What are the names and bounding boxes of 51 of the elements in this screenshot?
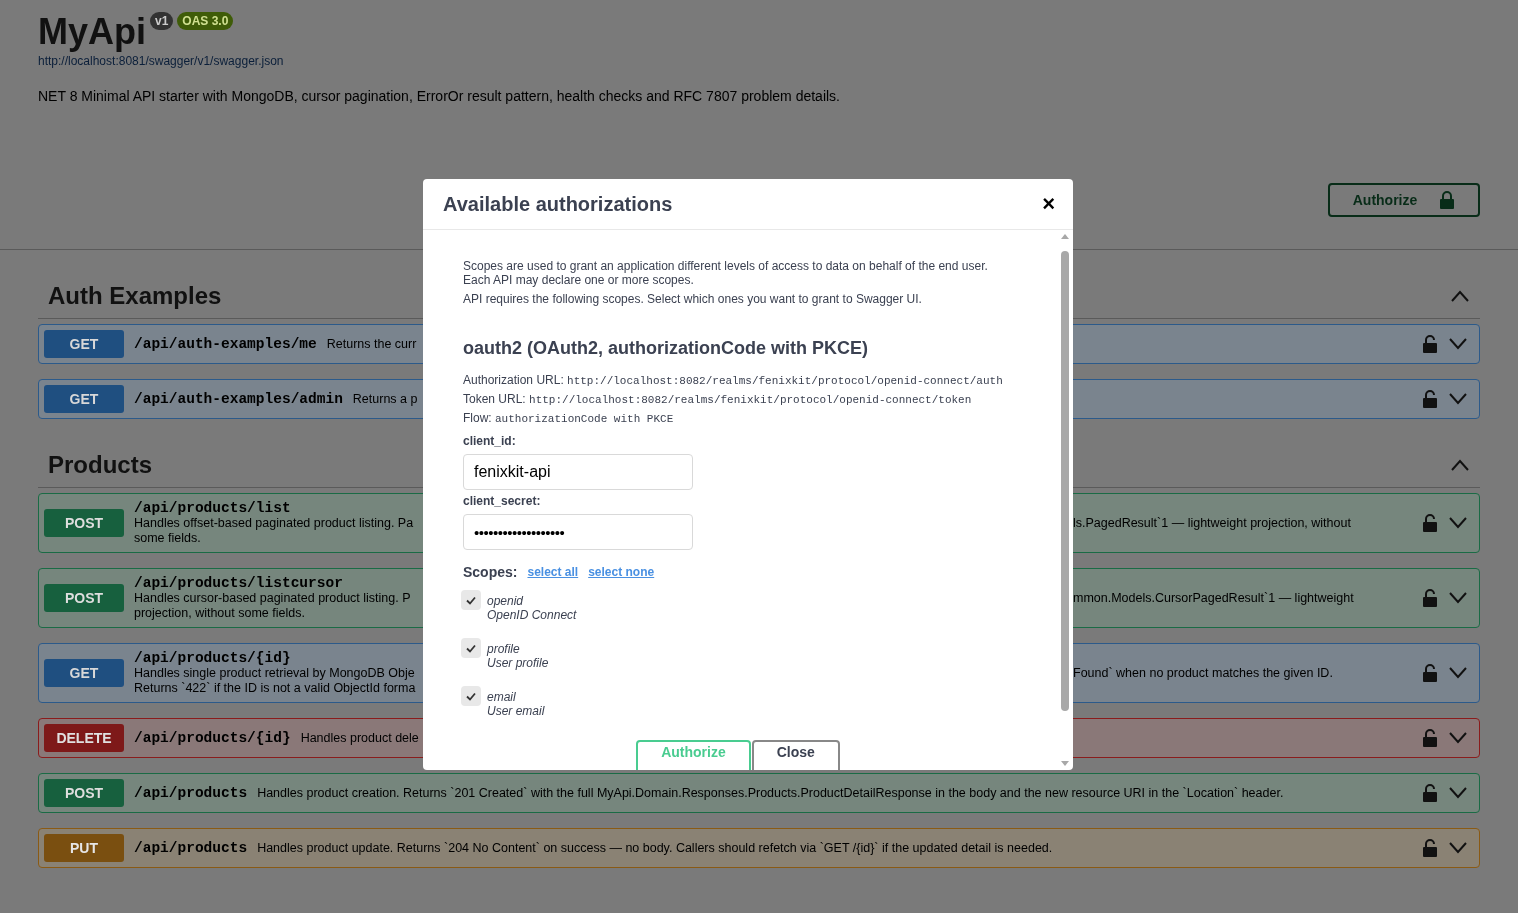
endpoint-path: /api/products: [134, 840, 248, 856]
operation-summary: Handles product creation. Returns `201 Created` with the full MyApi.Domain.Responses.Products.ProductDetailResponse in the body and the new resource URI in the `Location` header.: [257, 785, 1284, 801]
scopes-requirement-text: API requires the following scopes. Select which ones you want to grant to Swagger UI.: [463, 292, 923, 306]
operation-summary: Handles product update. Returns `204 No Content` on success — no body. Callers should refetch via `GET /{id}` if the updated detail is needed.: [257, 840, 1053, 856]
flow-detail: Token URL: http://localhost:8082/realms/fenixkit/protocol/openid-connect/token: [463, 392, 973, 407]
operation-summary: mmon.Models.CursorPagedResult`1 — lightweight: [1073, 590, 1354, 606]
flow-detail: Flow: authorizationCode with PKCE: [463, 411, 675, 426]
dialog-title: Available authorizations: [443, 192, 673, 216]
field-label: client_secret:: [463, 494, 542, 508]
operation-summary: ls.PagedResult`1 — lightweight projection, without: [1073, 515, 1351, 531]
operation-summary: projection, without some fields.: [134, 606, 306, 621]
scope-name: openid: [487, 594, 525, 608]
operation-summary: some fields.: [134, 531, 202, 546]
operation-summary: Handles product dele: [300, 730, 419, 746]
endpoint-path: /api/products/{id}: [134, 650, 292, 666]
scope-name: email: [487, 690, 517, 704]
method-badge: POST: [44, 509, 124, 537]
scope-name: profile: [487, 642, 521, 656]
method-badge: GET: [44, 330, 124, 358]
method-badge: GET: [44, 659, 124, 687]
operation-summary: Handles offset-based paginated product listing. Pa: [134, 516, 414, 531]
version-badge: v1: [150, 12, 174, 30]
endpoint-path: /api/auth-examples/me: [134, 336, 317, 352]
intro-text: Each API may declare one or more scopes.: [463, 273, 695, 287]
flow-detail: Authorization URL: http://localhost:8082/realms/fenixkit/protocol/openid-connect/auth: [463, 373, 1004, 388]
operation-summary: Returns `422` if the ID is not a valid ObjectId forma: [134, 681, 416, 696]
method-badge: PUT: [44, 834, 124, 862]
method-badge: POST: [44, 779, 124, 807]
scope-description: User profile: [487, 656, 549, 670]
scopes-label: Scopes:: [463, 564, 518, 580]
api-title: MyApi: [38, 10, 146, 54]
oas-badge: OAS 3.0: [177, 12, 234, 30]
method-badge: DELETE: [44, 724, 124, 752]
scope-description: OpenID Connect: [487, 608, 577, 622]
endpoint-path: /api/products/listcursor: [134, 575, 344, 591]
endpoint-path: /api/products: [134, 785, 248, 801]
intro-text: Scopes are used to grant an application different levels of access to data on behalf of the end user.: [463, 259, 989, 273]
scope-description: User email: [487, 704, 545, 718]
api-description: NET 8 Minimal API starter with MongoDB, cursor pagination, ErrorOr result pattern, health checks and RFC 7807 problem details.: [38, 88, 841, 104]
operation-summary: Returns the curr: [326, 336, 417, 352]
method-badge: POST: [44, 584, 124, 612]
endpoint-path: /api/products/list: [134, 500, 292, 516]
field-label: client_id:: [463, 434, 517, 448]
operation-summary: Found` when no product matches the given ID.: [1073, 665, 1333, 681]
operation-summary: Handles cursor-based paginated product listing. P: [134, 591, 411, 606]
operation-summary: Returns a p: [352, 391, 418, 407]
endpoint-path: /api/products/{id}: [134, 730, 291, 746]
operation-summary: Handles single product retrieval by MongoDB Obje: [134, 666, 416, 681]
method-badge: GET: [44, 385, 124, 413]
scheme-title: oauth2 (OAuth2, authorizationCode with PKCE): [463, 338, 869, 359]
endpoint-path: /api/auth-examples/admin: [134, 391, 343, 407]
